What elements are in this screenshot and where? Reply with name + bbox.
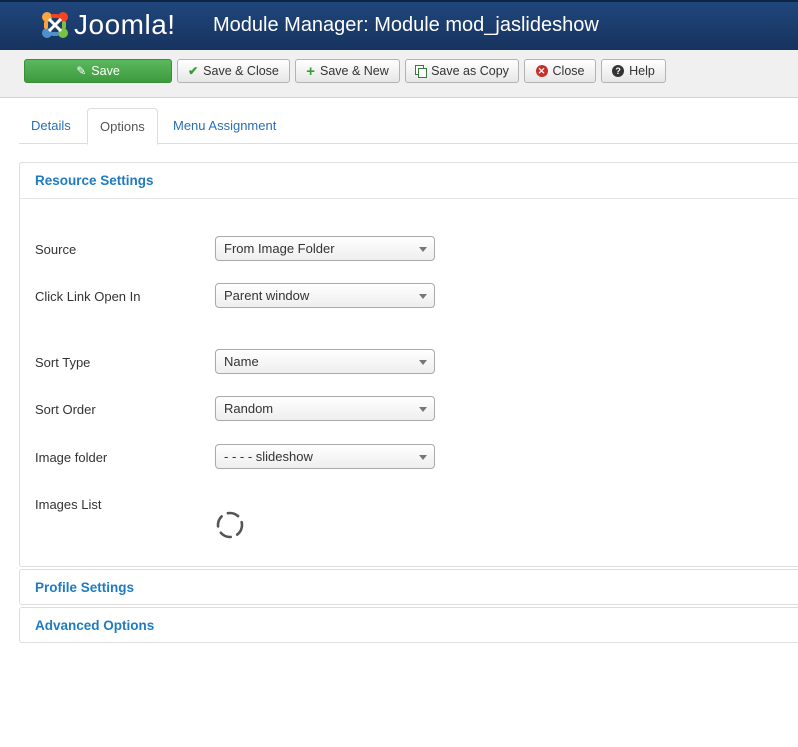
save-button[interactable]: ✎ Save: [24, 59, 172, 83]
close-button[interactable]: ✕ Close: [524, 59, 596, 83]
sort-type-value: Name: [224, 354, 259, 369]
sort-type-select[interactable]: Name: [215, 349, 435, 374]
profile-settings-heading[interactable]: Profile Settings: [20, 570, 798, 605]
images-list-label: Images List: [35, 497, 102, 512]
toolbar: ✎ Save ✔ Save & Close + Save & New Save …: [0, 50, 798, 98]
panel-divider: [20, 198, 798, 199]
help-label: Help: [629, 64, 655, 78]
help-icon: ?: [612, 65, 625, 77]
chevron-down-icon: [419, 360, 427, 365]
advanced-options-heading[interactable]: Advanced Options: [20, 608, 798, 643]
tab-options[interactable]: Options: [87, 108, 158, 145]
click-link-label: Click Link Open In: [35, 289, 141, 304]
edit-icon: ✎: [76, 64, 87, 78]
profile-settings-panel: Profile Settings: [19, 569, 798, 605]
advanced-options-panel: Advanced Options: [19, 607, 798, 643]
save-close-button[interactable]: ✔ Save & Close: [177, 59, 290, 83]
sort-type-label: Sort Type: [35, 355, 91, 370]
tab-menu-assignment[interactable]: Menu Assignment: [161, 108, 288, 144]
chevron-down-icon: [419, 247, 427, 252]
source-select[interactable]: From Image Folder: [215, 236, 435, 261]
image-folder-value: - - - - slideshow: [224, 449, 313, 464]
plus-icon: +: [306, 62, 315, 80]
joomla-logo[interactable]: Joomla!: [38, 8, 176, 42]
click-link-value: Parent window: [224, 288, 310, 303]
save-new-label: Save & New: [319, 64, 389, 78]
sort-order-label: Sort Order: [35, 402, 96, 417]
page-title: Module Manager: Module mod_jaslideshow: [213, 14, 599, 36]
sort-order-select[interactable]: Random: [215, 396, 435, 421]
resource-settings-heading[interactable]: Resource Settings: [20, 163, 798, 198]
logo-text: Joomla!: [74, 9, 176, 40]
sort-order-value: Random: [224, 401, 274, 416]
chevron-down-icon: [419, 294, 427, 299]
click-link-select[interactable]: Parent window: [215, 283, 435, 308]
source-value: From Image Folder: [224, 241, 335, 256]
app-header: Joomla! Module Manager: Module mod_jasli…: [0, 0, 798, 50]
joomla-icon: [42, 12, 68, 38]
loading-spinner-icon: [216, 511, 244, 539]
save-new-button[interactable]: + Save & New: [295, 59, 400, 83]
save-button-label: Save: [91, 64, 120, 78]
check-icon: ✔: [188, 64, 199, 78]
image-folder-select[interactable]: - - - - slideshow: [215, 444, 435, 469]
tab-details[interactable]: Details: [19, 108, 83, 144]
close-icon: ✕: [535, 65, 548, 77]
header-top-line: [0, 0, 798, 2]
close-label: Close: [552, 64, 585, 78]
copy-icon: [415, 65, 428, 78]
help-button[interactable]: ? Help: [601, 59, 666, 83]
save-copy-button[interactable]: Save as Copy: [405, 59, 519, 83]
image-folder-label: Image folder: [35, 450, 108, 465]
source-label: Source: [35, 242, 77, 257]
tab-bar: Details Options Menu Assignment: [19, 108, 798, 145]
save-copy-label: Save as Copy: [431, 64, 509, 78]
chevron-down-icon: [419, 455, 427, 460]
chevron-down-icon: [419, 407, 427, 412]
save-close-label: Save & Close: [203, 64, 279, 78]
